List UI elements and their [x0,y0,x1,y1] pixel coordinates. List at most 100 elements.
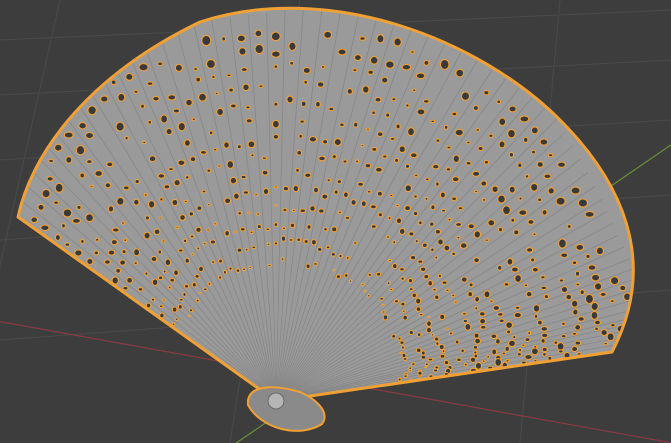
fan-hole [558,278,565,283]
fan-hole [210,260,216,264]
fan-hole [78,121,87,130]
fan-hole [451,176,460,183]
fan-hole [594,326,600,332]
fan-hole [195,226,202,233]
fan-hole [439,353,446,359]
fan-hole [261,156,268,160]
fan-hole [420,354,427,360]
pivot-sphere-icon[interactable] [267,392,285,410]
fan-hole [371,146,378,152]
fan-hole [152,95,160,102]
fan-hole [191,117,197,122]
fan-hole [428,221,435,227]
fan-hole [171,322,176,327]
fan-hole [518,196,523,201]
fan-hole [271,119,280,129]
fan-hole [498,117,507,127]
fan-hole [270,31,281,42]
fan-hole [239,227,246,232]
fan-hole [143,193,148,197]
fan-hole [360,200,367,208]
fan-hole [157,61,164,67]
fan-hole [416,108,426,116]
fan-hole [308,136,318,143]
fan-hole [262,187,270,196]
fan-hole [147,200,156,209]
fan-hole [236,247,243,253]
fan-hole [494,357,503,367]
fan-hole [399,267,405,272]
fan-hole [585,253,591,260]
fan-hole [389,136,396,141]
fan-hole [459,242,468,249]
fan-hole [345,255,350,261]
fan-hole [514,274,522,283]
fan-hole [245,118,253,124]
fan-hole [488,133,494,139]
fan-hole [497,226,504,233]
fan-hole [288,238,294,242]
3d-viewport[interactable] [0,0,671,443]
fan-hole [331,226,338,233]
fan-hole [543,173,552,180]
fan-hole [64,242,71,247]
fan-hole [503,282,510,287]
fan-hole [402,309,406,314]
fan-hole [157,249,163,255]
fan-hole [510,217,516,223]
fan-hole [473,350,478,355]
fan-hole [179,214,186,221]
fan-hole [318,155,326,162]
fan-hole [445,288,450,293]
fan-hole [427,280,434,287]
fan-hole [465,160,472,166]
fan-hole [452,154,460,164]
fan-hole [508,185,516,194]
fan-mesh-icon[interactable] [16,6,653,432]
fan-hole [397,336,402,341]
fan-hole [333,189,339,195]
fan-hole [206,168,212,173]
fan-hole [365,127,371,131]
fan-hole [254,43,264,55]
fan-hole [408,366,413,371]
fan-hole [159,197,164,202]
viewport-canvas[interactable] [0,0,671,443]
fan-hole [486,354,491,359]
fan-hole [202,242,207,246]
fan-hole [182,238,188,244]
fan-hole [432,163,440,170]
fan-hole [527,219,535,225]
fan-hole [491,185,499,194]
fan-hole [41,188,51,199]
fan-hole [320,64,326,69]
fan-hole [439,58,450,70]
fan-hole [400,301,406,307]
fan-hole [201,34,212,47]
fan-hole [236,144,242,150]
fan-hole [392,240,397,245]
fan-hole [258,84,264,88]
fan-hole [418,312,424,317]
fan-hole [474,306,479,311]
fan-hole [391,333,397,339]
fan-hole [587,264,597,271]
fan-hole [455,68,465,78]
fan-hole [280,257,285,261]
fan-hole [84,131,95,140]
fan-hole [516,352,522,357]
fan-hole [187,314,191,317]
fan-hole [121,249,127,255]
fan-hole [238,47,247,56]
fan-hole [537,197,543,203]
fan-hole [115,121,125,132]
fan-hole [298,133,304,139]
fan-hole [256,224,262,230]
fan-hole [310,239,317,246]
fan-hole [144,215,150,221]
fan-hole [540,338,546,344]
fan-hole [189,234,195,239]
fan-hole [363,290,367,293]
fan-hole [48,158,55,164]
fan-hole [172,108,181,114]
